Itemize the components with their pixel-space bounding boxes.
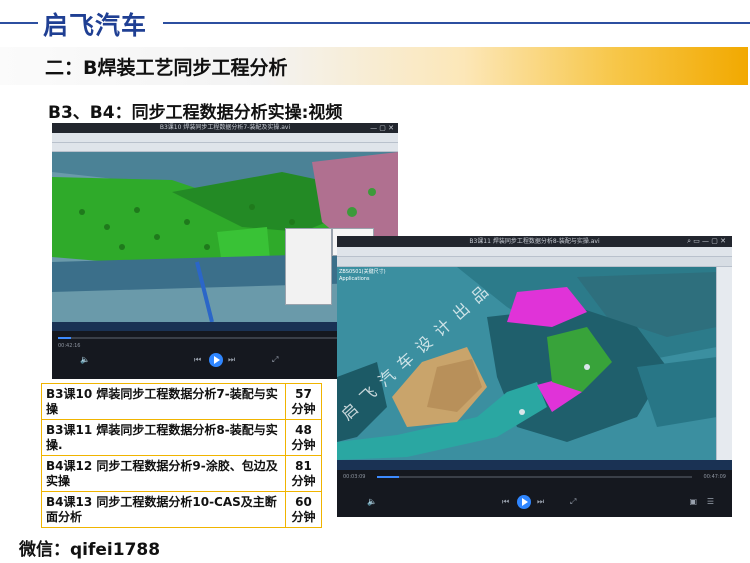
course-duration: 81 分钟 (285, 455, 322, 492)
play-button-2[interactable] (517, 495, 531, 509)
subtitle: B3、B4：同步工程数据分析实操:视频 (48, 103, 343, 123)
cad-toolbar (52, 133, 398, 143)
table-row: B4课13 同步工程数据分析10-CAS及主断面分析 60 分钟 (41, 491, 322, 528)
cad-toolbar (337, 247, 732, 257)
settings-icon[interactable]: ▣ (689, 497, 697, 506)
course-name: B4课13 同步工程数据分析10-CAS及主断面分析 (41, 491, 286, 528)
wechat-contact: 微信：qifei1788 (19, 535, 160, 560)
tree-item[interactable]: ZBS0501(关键尺寸) (339, 269, 386, 276)
cad-viewport-2: ZBS0501(关键尺寸) Applications 启飞汽车设计出品 (337, 267, 717, 460)
next-icon[interactable]: ⏭ (537, 497, 544, 507)
spec-tree[interactable]: ZBS0501(关键尺寸) Applications (339, 269, 386, 283)
fullscreen-icon[interactable]: ⤢ (570, 497, 576, 507)
time-elapsed-1: 00:42:16 (58, 343, 81, 349)
table-row: B3课11 焊装同步工程数据分析8-装配与实操. 48 分钟 (41, 419, 322, 456)
video-player-2[interactable]: B3课11 焊装同步工程数据分析8-装配与实操.avi ⌕ ▭ — ▢ ✕ ZB… (337, 236, 732, 517)
cad-toolbar-2 (337, 257, 732, 267)
dialog-panel[interactable] (285, 228, 332, 305)
course-name: B3课11 焊装同步工程数据分析8-装配与实操. (41, 419, 286, 456)
progress-bar-2[interactable] (377, 476, 692, 478)
play-button-1[interactable] (209, 353, 223, 367)
window-controls-icon[interactable]: — ▢ ✕ (370, 123, 394, 133)
section-title: 二：B焊装工艺同步工程分析 (45, 57, 288, 79)
video-2-title: B3课11 焊装同步工程数据分析8-装配与实操.avi (337, 236, 732, 247)
table-row: B4课12 同步工程数据分析9-涂胶、包边及实操 81 分钟 (41, 455, 322, 492)
wechat-label: 微信： (19, 540, 70, 560)
player-controls-2: 00:03:09 00:47:09 🔈 ⏮ ⏭ ⤢ ▣ ☰ (337, 470, 732, 517)
course-name: B3课10 焊装同步工程数据分析7-装配与实操 (41, 383, 286, 420)
taskbar-2 (337, 460, 732, 470)
next-icon[interactable]: ⏭ (228, 355, 235, 365)
prev-icon[interactable]: ⏮ (502, 497, 509, 507)
cad-toolbar-2 (52, 143, 398, 152)
time-total-2: 00:47:09 (703, 474, 726, 480)
tree-item[interactable]: Applications (339, 276, 386, 283)
course-duration: 57 分钟 (285, 383, 322, 420)
course-name: B4课12 同步工程数据分析9-涂胶、包边及实操 (41, 455, 286, 492)
window-controls-icon[interactable]: ⌕ ▭ — ▢ ✕ (687, 236, 726, 247)
brand-title: 启飞汽车 (43, 11, 148, 40)
cad-app-2: ZBS0501(关键尺寸) Applications 启飞汽车设计出品 (337, 247, 732, 470)
menu-icon[interactable]: ☰ (707, 497, 714, 506)
table-row: B3课10 焊装同步工程数据分析7-装配与实操 57 分钟 (41, 383, 322, 420)
time-elapsed-2: 00:03:09 (343, 474, 366, 480)
fullscreen-icon[interactable]: ⤢ (272, 355, 278, 365)
header-line-right (163, 22, 750, 24)
header-line-left (0, 22, 38, 24)
volume-icon[interactable]: 🔈 (80, 355, 90, 364)
section-banner: 二：B焊装工艺同步工程分析 (0, 47, 748, 85)
prev-icon[interactable]: ⏮ (194, 355, 201, 365)
course-duration: 48 分钟 (285, 419, 322, 456)
volume-icon[interactable]: 🔈 (367, 497, 377, 506)
course-duration: 60 分钟 (285, 491, 322, 528)
right-toolbar (716, 267, 732, 460)
wechat-id: qifei1788 (70, 540, 161, 560)
video-1-title: B3课10 焊装同步工程数据分析7-装配及实操.avi (52, 123, 398, 133)
course-table: B3课10 焊装同步工程数据分析7-装配与实操 57 分钟 B3课11 焊装同步工… (41, 383, 322, 528)
